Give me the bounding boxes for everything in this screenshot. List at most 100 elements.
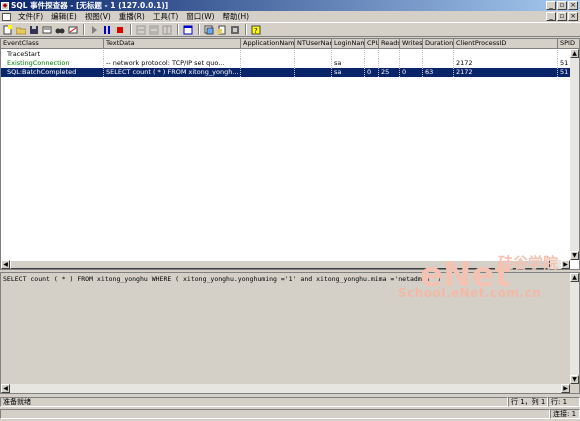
cell-writes <box>400 50 423 59</box>
toolbar-separator <box>245 24 247 35</box>
scroll-left-icon[interactable]: ◀ <box>1 384 10 393</box>
cell-textdata: -- network protocol: TCP/IP set quo... <box>104 59 241 68</box>
status-ready: 准备就绪 <box>0 396 508 407</box>
menu-replay[interactable]: 重播(R) <box>115 11 149 22</box>
table-row-selected[interactable]: SQL:BatchCompleted SELECT count ( * ) FR… <box>1 68 579 77</box>
properties-icon[interactable] <box>41 24 52 35</box>
help-icon[interactable]: ? <box>250 24 261 35</box>
menu-file[interactable]: 文件(F) <box>14 11 47 22</box>
cell-applicationname <box>241 50 295 59</box>
cell-textdata <box>104 50 241 59</box>
menu-window[interactable]: 窗口(W) <box>182 11 218 22</box>
status-empty <box>0 409 550 419</box>
new-trace-icon[interactable] <box>2 24 13 35</box>
save-icon[interactable] <box>28 24 39 35</box>
clear-icon[interactable] <box>67 24 78 35</box>
cell-loginname: sa <box>332 59 365 68</box>
watermark-chinese-text: 硅谷学院 <box>498 254 558 272</box>
scroll-up-icon[interactable]: ▲ <box>570 49 579 58</box>
cell-eventclass: TraceStart <box>1 50 104 59</box>
column-header-applicationname[interactable]: ApplicationName <box>241 39 295 49</box>
cell-applicationname <box>241 68 295 77</box>
cell-loginname: sa <box>332 68 365 77</box>
status-row-count: 行: 1 <box>548 396 580 407</box>
cell-eventclass: ExistingConnection <box>1 59 104 68</box>
toggle-pane-icon[interactable] <box>182 24 193 35</box>
toolbar-separator <box>177 24 179 35</box>
doc-restore-button[interactable]: ▫ <box>557 12 567 21</box>
cell-writes: 0 <box>400 68 423 77</box>
script-icon[interactable] <box>229 24 240 35</box>
document-controls: _ ▫ × <box>546 12 578 21</box>
open-folder-icon[interactable] <box>15 24 26 35</box>
breakpoint-icon[interactable] <box>161 24 172 35</box>
cell-reads <box>379 50 400 59</box>
copy-icon[interactable] <box>203 24 214 35</box>
column-header-spid[interactable]: SPID <box>558 39 579 49</box>
cell-writes <box>400 59 423 68</box>
scroll-down-icon[interactable]: ▼ <box>570 375 579 384</box>
menu-view[interactable]: 视图(V) <box>81 11 115 22</box>
table-row[interactable]: TraceStart 2 <box>1 50 579 59</box>
cell-cpu <box>365 59 379 68</box>
run-cursor-icon[interactable] <box>148 24 159 35</box>
vertical-scrollbar[interactable]: ▲ ▼ <box>570 49 579 260</box>
cell-ntusername <box>295 68 332 77</box>
close-button[interactable]: × <box>568 1 578 10</box>
column-header-reads[interactable]: Reads <box>379 39 400 49</box>
step-icon[interactable] <box>135 24 146 35</box>
column-header-ntusername[interactable]: NTUserName <box>295 39 332 49</box>
toolbar-separator <box>130 24 132 35</box>
status-bar-app: 连接: 1 <box>0 408 580 420</box>
column-header-clientprocessid[interactable]: ClientProcessID <box>454 39 558 49</box>
status-cursor-position: 行 1，列 1 <box>508 396 548 407</box>
scroll-left-icon[interactable]: ◀ <box>1 260 10 269</box>
find-icon[interactable] <box>54 24 65 35</box>
column-header-loginname[interactable]: LoginName <box>332 39 365 49</box>
title-bar: ◆ SQL 事件探查器 - [无标题 - 1 (127.0.0.1)] _ ▫ … <box>0 0 580 11</box>
detail-vertical-scrollbar[interactable]: ▲ ▼ <box>570 273 579 384</box>
menu-tools[interactable]: 工具(T) <box>149 11 182 22</box>
status-bar-main: 准备就绪 行 1，列 1 行: 1 <box>0 396 580 407</box>
cell-duration: 63 <box>423 68 454 77</box>
column-header-duration[interactable]: Duration <box>423 39 454 49</box>
scroll-up-icon[interactable]: ▲ <box>570 273 579 282</box>
run-icon[interactable] <box>88 24 99 35</box>
cell-cpu <box>365 50 379 59</box>
watermark-url: School.eNet.com.cn <box>398 286 542 300</box>
app-icon: ◆ <box>1 1 9 10</box>
window-title: SQL 事件探查器 - [无标题 - 1 (127.0.0.1)] <box>11 1 169 10</box>
column-header-textdata[interactable]: TextData <box>104 39 241 49</box>
template-icon[interactable] <box>216 24 227 35</box>
doc-minimize-button[interactable]: _ <box>546 12 556 21</box>
cell-reads: 25 <box>379 68 400 77</box>
cell-clientprocessid <box>454 50 558 59</box>
scroll-right-icon[interactable]: ▶ <box>561 384 570 393</box>
menu-bar: 文件(F) 编辑(E) 视图(V) 重播(R) 工具(T) 窗口(W) 帮助(H… <box>0 11 580 22</box>
maximize-button[interactable]: ▫ <box>557 1 567 10</box>
toolbar-separator <box>198 24 200 35</box>
doc-close-button[interactable]: × <box>568 12 578 21</box>
document-icon[interactable] <box>2 12 11 21</box>
stop-icon[interactable] <box>114 24 125 35</box>
scroll-down-icon[interactable]: ▼ <box>570 251 579 260</box>
cell-clientprocessid: 2172 <box>454 68 558 77</box>
cell-ntusername <box>295 59 332 68</box>
column-header-eventclass[interactable]: EventClass <box>1 39 104 49</box>
cell-duration <box>423 50 454 59</box>
cell-eventclass: SQL:BatchCompleted <box>1 68 104 77</box>
column-header-cpu[interactable]: CPU <box>365 39 379 49</box>
menu-edit[interactable]: 编辑(E) <box>47 11 81 22</box>
trace-grid[interactable]: EventClass TextData ApplicationName NTUs… <box>0 38 580 270</box>
cell-loginname <box>332 50 365 59</box>
pause-icon[interactable] <box>101 24 112 35</box>
status-connections: 连接: 1 <box>550 409 580 419</box>
table-row[interactable]: ExistingConnection -- network protocol: … <box>1 59 579 68</box>
menu-help[interactable]: 帮助(H) <box>219 11 254 22</box>
svg-text:?: ? <box>254 27 258 35</box>
toolbar-separator <box>83 24 85 35</box>
minimize-button[interactable]: _ <box>546 1 556 10</box>
cell-textdata: SELECT count ( * ) FROM xitong_yongh... <box>104 68 241 77</box>
detail-horizontal-scrollbar[interactable]: ◀ ▶ <box>1 384 570 393</box>
column-header-writes[interactable]: Writes <box>400 39 423 49</box>
